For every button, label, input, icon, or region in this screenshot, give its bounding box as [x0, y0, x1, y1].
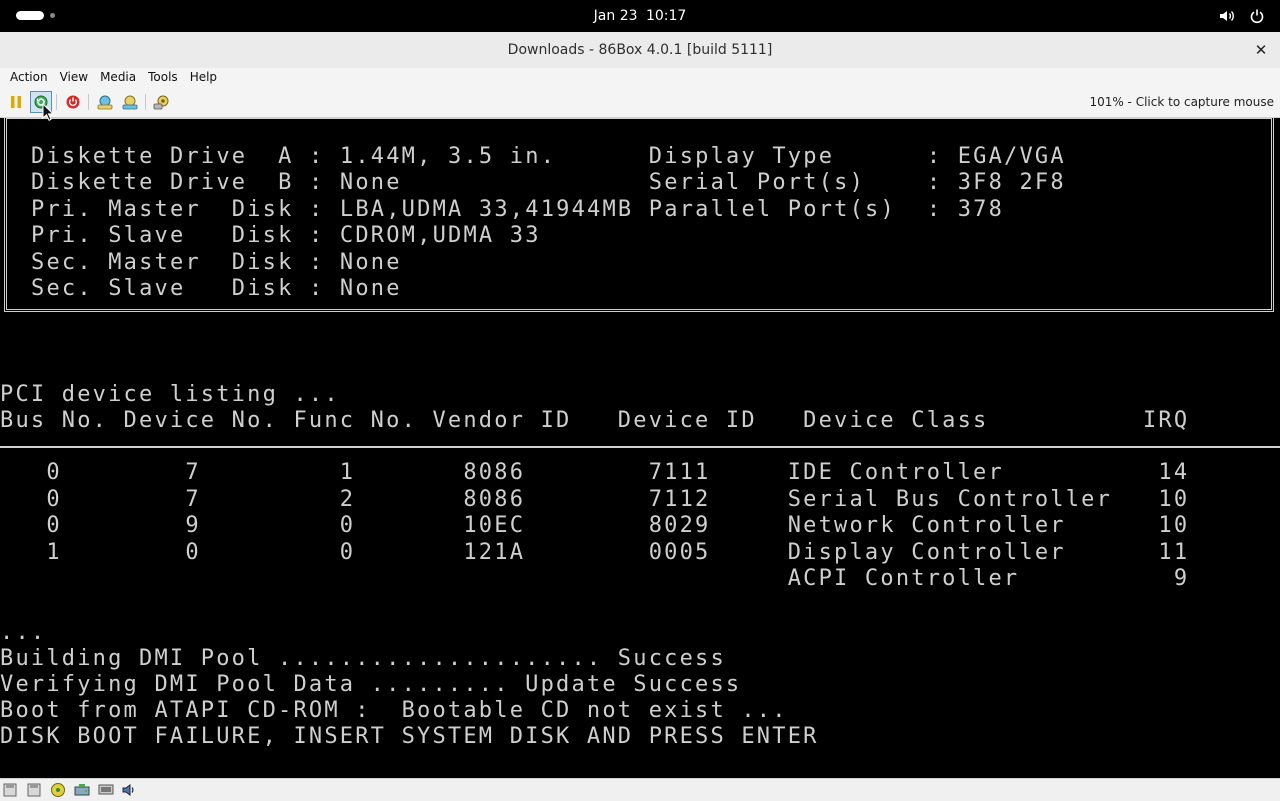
- sysinfo-line: Pri. Slave Disk : CDROM,UDMA 33: [31, 223, 541, 248]
- pci-row: 0 7 1 8086 7111 IDE Controller 14: [0, 460, 1190, 485]
- ctrl-alt-esc-icon: [122, 95, 138, 110]
- menu-bar: Action View Media Tools Help: [0, 68, 1280, 87]
- boot-error-line: DISK BOOT FAILURE, INSERT SYSTEM DISK AN…: [0, 724, 819, 749]
- floppy-a-icon[interactable]: [2, 782, 18, 798]
- menu-view[interactable]: View: [54, 68, 94, 87]
- settings-icon: [153, 95, 169, 110]
- clock-date: Jan 23: [593, 8, 638, 24]
- toolbar: 101% - Click to capture mouse: [0, 87, 1280, 118]
- boot-line: ...: [0, 620, 47, 645]
- boot-line: Building DMI Pool ..................... …: [0, 646, 726, 671]
- cdrom-icon[interactable]: [50, 782, 66, 798]
- pause-icon: [11, 96, 21, 108]
- pci-row: 1 0 0 121A 0005 Display Controller 11: [0, 540, 1190, 565]
- sound-icon[interactable]: [121, 782, 137, 798]
- sysinfo-line: Sec. Slave Disk : None: [31, 276, 402, 301]
- sysinfo-line: Pri. Master Disk : LBA,UDMA 33,41944MB P…: [31, 197, 1005, 222]
- capture-mouse-hint: 101% - Click to capture mouse: [1089, 95, 1274, 109]
- emulator-screen[interactable]: Diskette Drive A : 1.44M, 3.5 in. Displa…: [0, 118, 1280, 778]
- menu-tools[interactable]: Tools: [142, 68, 184, 87]
- floppy-b-icon[interactable]: [26, 782, 42, 798]
- menu-help[interactable]: Help: [184, 68, 223, 87]
- ctrl-alt-esc-button[interactable]: [119, 91, 141, 113]
- window-titlebar: Downloads - 86Box 4.0.1 [build 5111] ✕: [0, 32, 1280, 69]
- clock[interactable]: Jan 23 10:17: [0, 0, 1280, 32]
- pci-row: 0 7 2 8086 7112 Serial Bus Controller 10: [0, 487, 1190, 512]
- volume-icon[interactable]: [1218, 7, 1236, 25]
- network-icon[interactable]: [98, 782, 114, 798]
- mouse-cursor-icon: [42, 103, 54, 121]
- menu-media[interactable]: Media: [94, 68, 142, 87]
- status-bar: [0, 778, 1280, 801]
- clock-time: 10:17: [645, 8, 687, 24]
- power-off-icon: [66, 95, 80, 109]
- sysinfo-line: Diskette Drive B : None Serial Port(s) :…: [31, 170, 1066, 195]
- ctrl-alt-del-button[interactable]: [94, 91, 116, 113]
- sysinfo-line: Sec. Master Disk : None: [31, 250, 402, 275]
- window-title: Downloads - 86Box 4.0.1 [build 5111]: [507, 42, 773, 58]
- close-button[interactable]: ✕: [1250, 39, 1272, 61]
- power-off-button[interactable]: [62, 91, 84, 113]
- pause-button[interactable]: [5, 91, 27, 113]
- ctrl-alt-del-icon: [97, 95, 113, 110]
- boot-line: Boot from ATAPI CD-ROM : Bootable CD not…: [0, 698, 788, 723]
- system-top-bar: Jan 23 10:17: [0, 0, 1280, 32]
- power-icon[interactable]: [1248, 7, 1266, 25]
- boot-line: Verifying DMI Pool Data ......... Update…: [0, 672, 742, 697]
- menu-action[interactable]: Action: [4, 68, 54, 87]
- system-tray[interactable]: [1218, 6, 1266, 26]
- pci-row: ACPI Controller 9: [0, 566, 1190, 591]
- pci-header-divider: [0, 446, 1280, 448]
- pci-header: Bus No. Device No. Func No. Vendor ID De…: [0, 408, 1190, 433]
- settings-button[interactable]: [151, 91, 173, 113]
- pci-title: PCI device listing ...: [0, 382, 340, 407]
- hard-disk-icon[interactable]: [74, 782, 90, 798]
- sysinfo-line: Diskette Drive A : 1.44M, 3.5 in. Displa…: [31, 144, 1066, 169]
- pci-row: 0 9 0 10EC 8029 Network Controller 10: [0, 513, 1190, 538]
